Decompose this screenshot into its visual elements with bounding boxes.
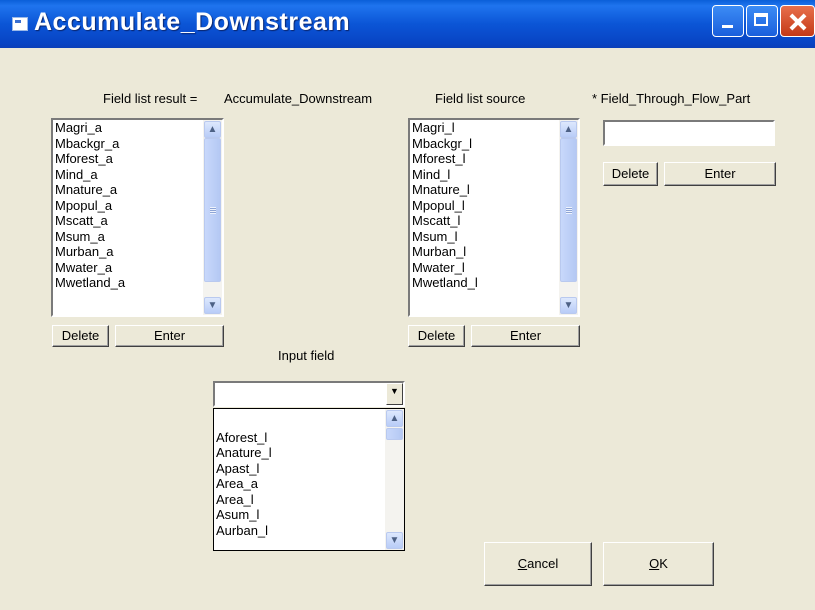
source-scroll-thumb[interactable] [560, 138, 577, 282]
list-item[interactable]: Mscatt_a [55, 213, 125, 229]
list-item[interactable]: Magri_a [55, 120, 125, 136]
window-app-icon [12, 17, 28, 31]
through-flow-delete-button[interactable]: Delete [603, 162, 658, 186]
field-list-result-label: Field list result = [103, 91, 198, 106]
list-item[interactable]: Magri_l [412, 120, 478, 136]
result-enter-button[interactable]: Enter [115, 325, 224, 347]
source-list-items: Magri_l Mbackgr_l Mforest_l Mind_l Mnature_l… [412, 120, 478, 291]
input-list-items: Aforest_l Anature_l Apast_l Area_a Area_l Asu… [216, 414, 272, 538]
source-scrollbar[interactable]: ▲ ▼ [559, 120, 578, 315]
chevron-down-icon[interactable]: ▼ [204, 297, 221, 314]
chevron-up-icon[interactable]: ▲ [386, 410, 403, 427]
input-field-label: Input field [278, 348, 335, 363]
result-scrollbar[interactable]: ▲ ▼ [203, 120, 222, 315]
list-item[interactable]: Mnature_a [55, 182, 125, 198]
list-item[interactable]: Area_a [216, 476, 272, 492]
list-item[interactable]: Mpopul_a [55, 198, 125, 214]
source-enter-button[interactable]: Enter [471, 325, 580, 347]
field-list-source-label: Field list source [435, 91, 526, 106]
list-item[interactable]: Murban_a [55, 244, 125, 260]
list-item[interactable]: Mscatt_l [412, 213, 478, 229]
result-listbox[interactable]: Magri_a Mbackgr_a Mforest_a Mind_a Mnature_a… [51, 118, 224, 317]
input-scrollbar[interactable]: ▲ ▼ [385, 409, 404, 550]
list-item[interactable]: Mwater_a [55, 260, 125, 276]
cancel-button[interactable]: Cancel [484, 542, 592, 586]
list-item[interactable]: Mwetland_l [412, 275, 478, 291]
ok-button[interactable]: OK [603, 542, 714, 586]
list-item[interactable]: Murban_l [412, 244, 478, 260]
list-item[interactable]: Mnature_l [412, 182, 478, 198]
list-item[interactable]: Mbackgr_a [55, 136, 125, 152]
through-flow-input[interactable] [603, 120, 775, 146]
list-item[interactable]: Anature_l [216, 445, 272, 461]
list-item[interactable] [216, 414, 272, 430]
list-item[interactable]: Mpopul_l [412, 198, 478, 214]
list-item[interactable]: Mbackgr_l [412, 136, 478, 152]
list-item[interactable]: Area_l [216, 492, 272, 508]
list-item[interactable]: Msum_l [412, 229, 478, 245]
input-scroll-thumb[interactable] [386, 428, 403, 440]
chevron-up-icon[interactable]: ▲ [204, 121, 221, 138]
title-bar[interactable]: Accumulate_Downstream [0, 0, 815, 48]
list-item[interactable]: Asum_l [216, 507, 272, 523]
list-item[interactable]: Aurban_l [216, 523, 272, 539]
maximize-button[interactable] [746, 5, 778, 37]
input-field-combo[interactable]: ▼ [213, 381, 405, 407]
through-flow-enter-button[interactable]: Enter [664, 162, 776, 186]
chevron-down-icon[interactable]: ▼ [386, 532, 403, 549]
close-button[interactable] [780, 5, 815, 37]
dialog-window: Accumulate_Downstream Field list result … [0, 0, 815, 610]
window-title: Accumulate_Downstream [34, 8, 351, 36]
chevron-up-icon[interactable]: ▲ [560, 121, 577, 138]
dropdown-arrow-icon[interactable]: ▼ [386, 383, 403, 405]
input-field-dropdown-list[interactable]: Aforest_l Anature_l Apast_l Area_a Area_l Asu… [213, 408, 405, 551]
list-item[interactable]: Mforest_l [412, 151, 478, 167]
result-delete-button[interactable]: Delete [52, 325, 109, 347]
list-item[interactable]: Mwetland_a [55, 275, 125, 291]
list-item[interactable]: Msum_a [55, 229, 125, 245]
list-item[interactable]: Apast_l [216, 461, 272, 477]
source-delete-button[interactable]: Delete [408, 325, 465, 347]
list-item[interactable]: Mwater_l [412, 260, 478, 276]
result-list-items: Magri_a Mbackgr_a Mforest_a Mind_a Mnature_a… [55, 120, 125, 291]
list-item[interactable]: Aforest_l [216, 430, 272, 446]
list-item[interactable]: Mind_l [412, 167, 478, 183]
list-item[interactable]: Mind_a [55, 167, 125, 183]
result-name-label: Accumulate_Downstream [224, 91, 373, 106]
minimize-button[interactable] [712, 5, 744, 37]
source-listbox[interactable]: Magri_l Mbackgr_l Mforest_l Mind_l Mnature_l… [408, 118, 580, 317]
through-flow-label: * Field_Through_Flow_Part [592, 91, 751, 106]
result-scroll-thumb[interactable] [204, 138, 221, 282]
chevron-down-icon[interactable]: ▼ [560, 297, 577, 314]
list-item[interactable]: Mforest_a [55, 151, 125, 167]
